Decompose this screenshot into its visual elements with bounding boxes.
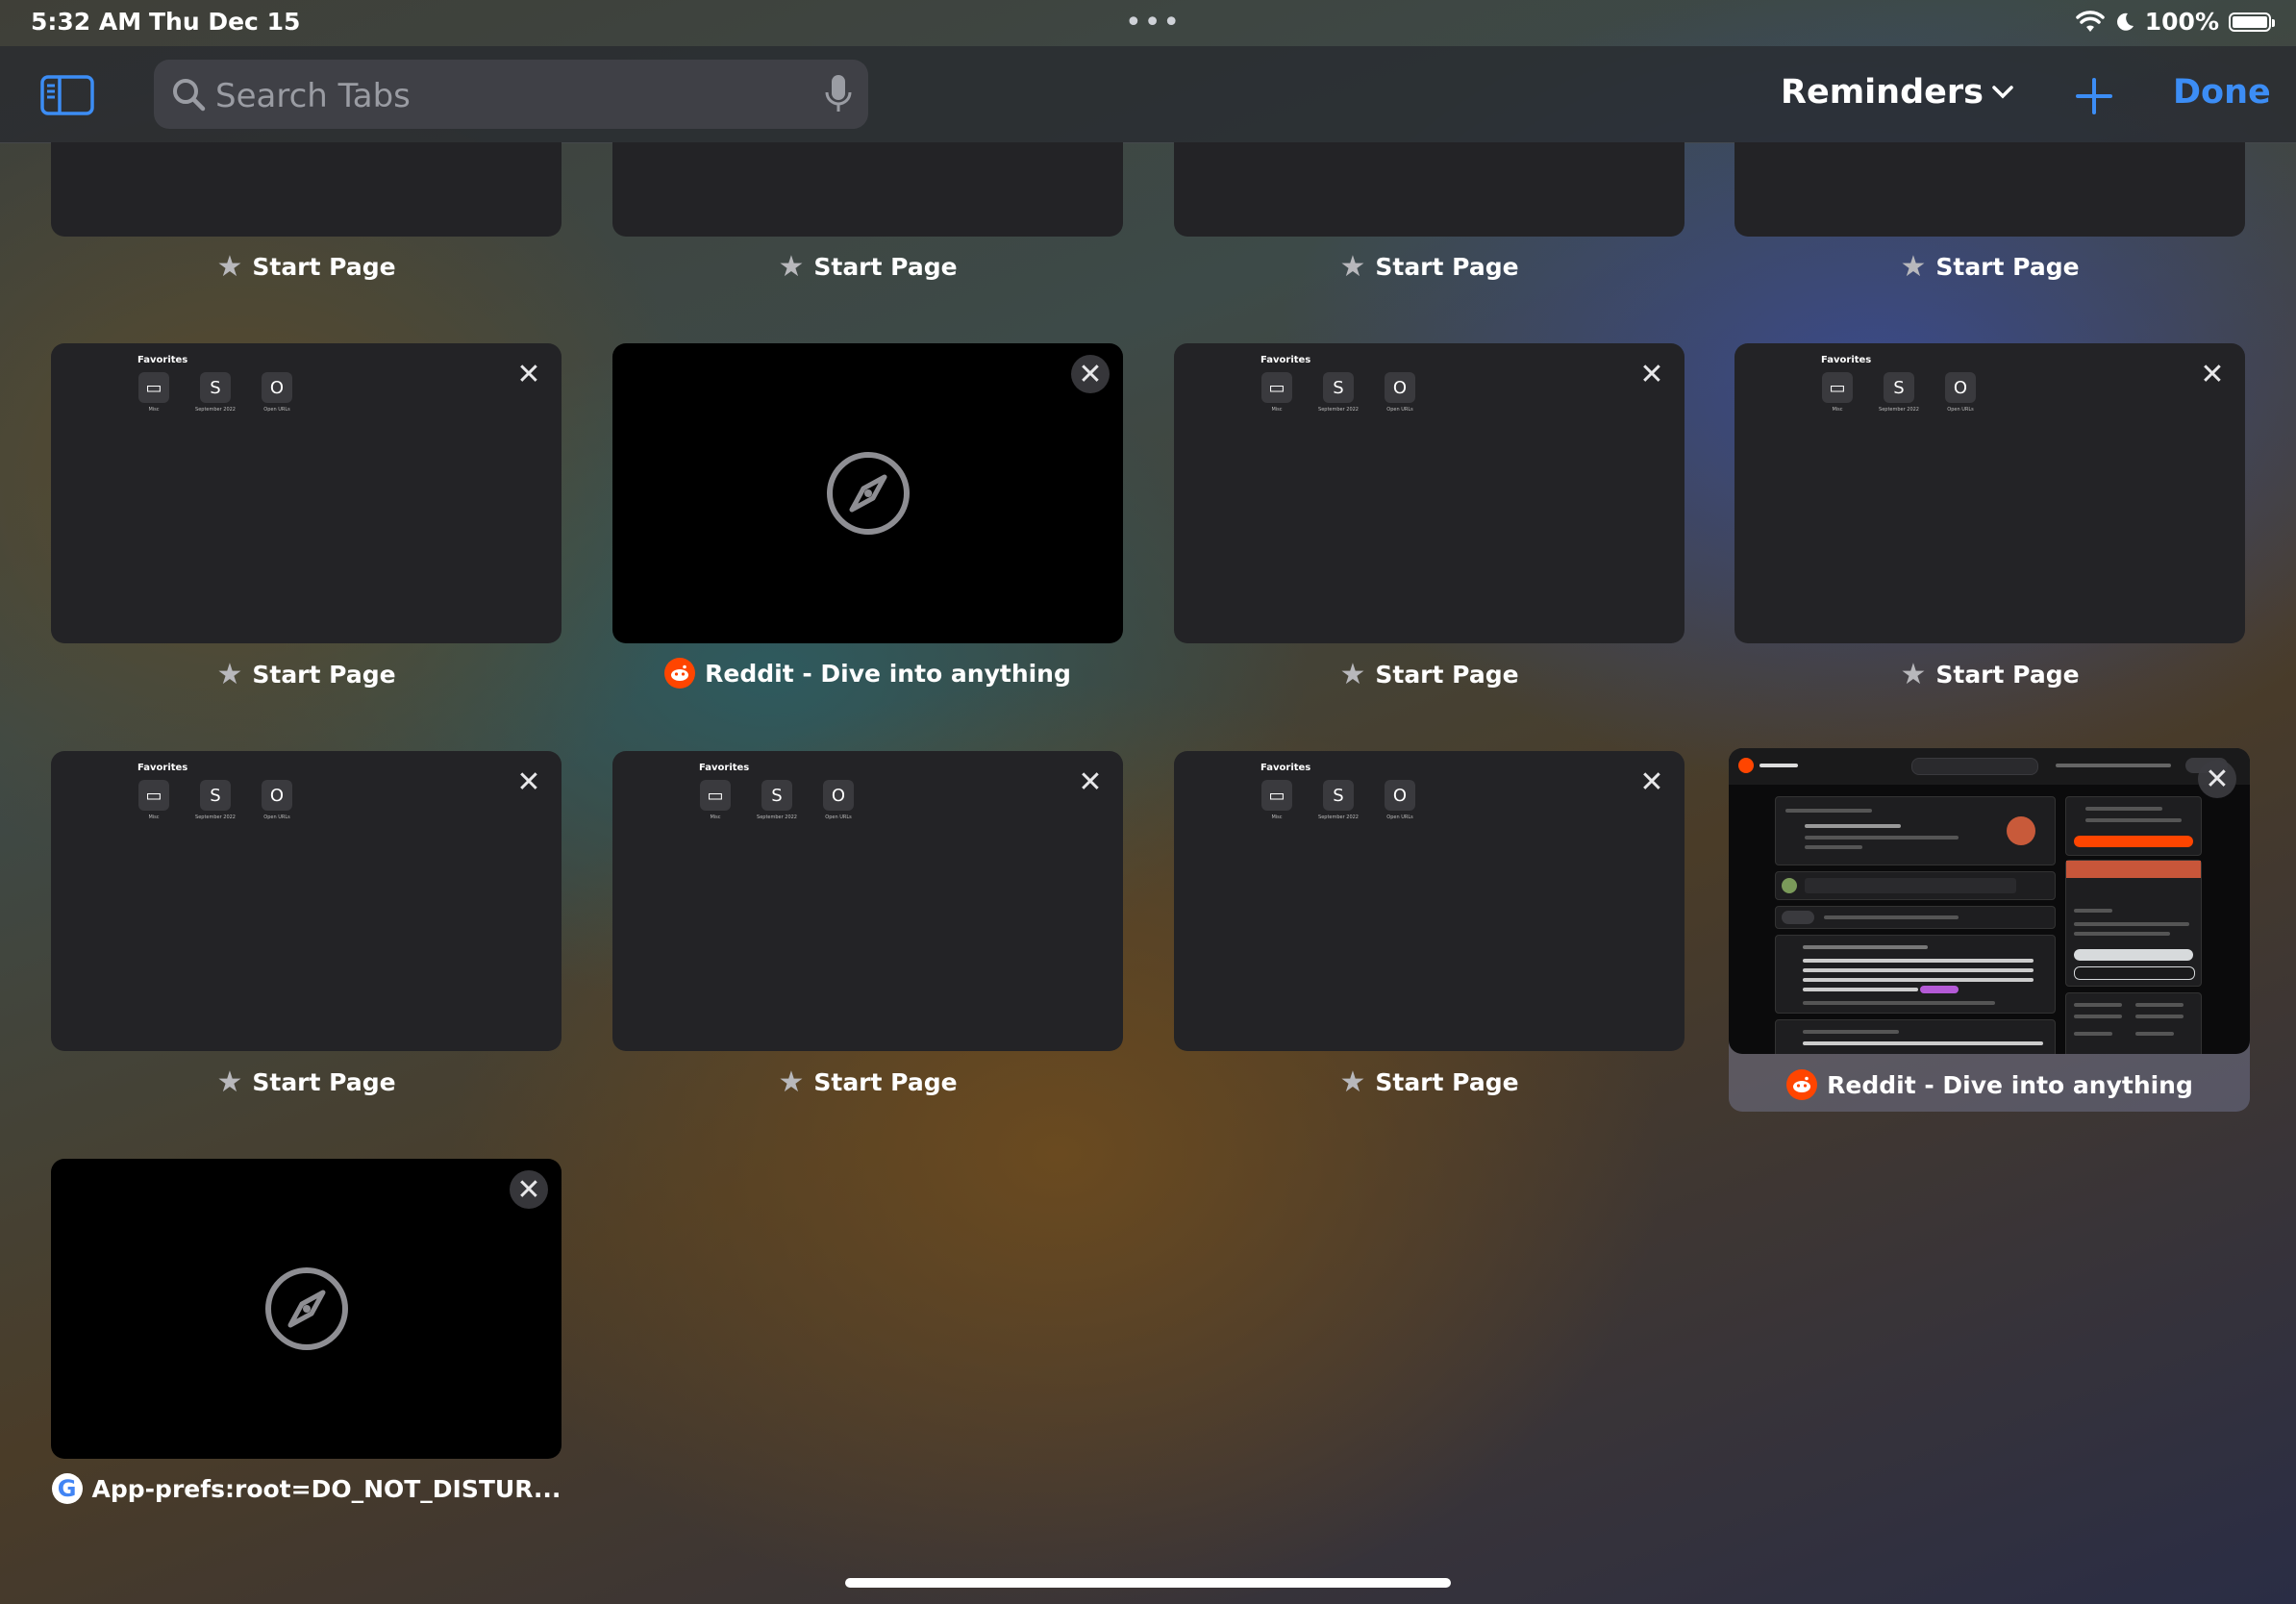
tab-overview-toolbar: Search Tabs Reminders Done bbox=[0, 46, 2296, 143]
tab-thumbnail[interactable]: ✕ bbox=[612, 343, 1123, 643]
reddit-tab-thumbnail[interactable]: ✕ bbox=[1729, 748, 2250, 1054]
compass-icon bbox=[826, 452, 910, 535]
search-input[interactable]: Search Tabs bbox=[215, 77, 411, 115]
reddit-icon bbox=[1786, 1069, 1818, 1100]
folder-icon: ▭ bbox=[700, 780, 731, 811]
tab-thumbnail[interactable]: Favorites ▭ Misc S September 2022 O Open UR… bbox=[612, 751, 1123, 1051]
search-icon bbox=[173, 79, 206, 112]
tab-title[interactable]: ★ Start Page bbox=[51, 1065, 562, 1099]
close-tab-icon[interactable]: ✕ bbox=[1071, 763, 1110, 801]
star-icon: ★ bbox=[216, 658, 243, 691]
tab-title[interactable]: ★ Start Page bbox=[1734, 250, 2245, 284]
tab-title[interactable]: G App-prefs:root=DO_NOT_DISTUR... bbox=[51, 1473, 562, 1504]
close-tab-icon[interactable]: ✕ bbox=[1071, 355, 1110, 393]
tab-thumbnail[interactable]: Favorites ▭ Misc S September 2022 O Open UR… bbox=[1174, 343, 1685, 643]
tab-thumbnail[interactable] bbox=[612, 142, 1123, 237]
star-icon: ★ bbox=[1900, 658, 1927, 691]
home-indicator[interactable] bbox=[845, 1578, 1451, 1588]
status-date: Thu Dec 15 bbox=[149, 8, 301, 36]
tab-title[interactable]: ★ Start Page bbox=[1734, 658, 2245, 691]
tab-thumbnail[interactable] bbox=[1174, 142, 1685, 237]
folder-icon: ▭ bbox=[138, 372, 169, 403]
battery-icon bbox=[2229, 12, 2275, 32]
google-icon: G bbox=[51, 1473, 83, 1504]
microphone-icon[interactable] bbox=[824, 73, 853, 115]
tab-thumbnail[interactable]: Favorites ▭ Misc S September 2022 O Open UR… bbox=[51, 751, 562, 1051]
tab-title[interactable]: ★ Start Page bbox=[51, 658, 562, 691]
multitasking-dots-icon[interactable]: ••• bbox=[1125, 6, 1182, 39]
star-icon: ★ bbox=[1339, 250, 1366, 284]
star-icon: ★ bbox=[778, 250, 805, 284]
close-tab-icon[interactable]: ✕ bbox=[510, 763, 548, 801]
tab-thumbnail[interactable]: ✕ bbox=[51, 1159, 562, 1459]
close-tab-icon[interactable]: ✕ bbox=[510, 1170, 548, 1209]
tab-title[interactable]: ★ Start Page bbox=[612, 1065, 1123, 1099]
new-tab-plus-icon[interactable] bbox=[2075, 77, 2113, 115]
tab-group-name: Reminders bbox=[1781, 73, 1984, 112]
tab-thumbnail[interactable]: Favorites ▭ Misc S September 2022 O Open UR… bbox=[1734, 343, 2245, 643]
tab-title[interactable]: ★ Start Page bbox=[612, 250, 1123, 284]
star-icon: ★ bbox=[216, 250, 243, 284]
compass-icon bbox=[264, 1267, 348, 1350]
folder-icon: ▭ bbox=[1261, 372, 1292, 403]
tab-group-selector[interactable]: Reminders bbox=[1781, 73, 2014, 112]
chevron-down-icon bbox=[1992, 86, 2013, 99]
reddit-header bbox=[1729, 748, 2250, 785]
tab-thumbnail[interactable]: Favorites ▭ Misc S September 2022 O Open UR… bbox=[51, 343, 562, 643]
folder-icon: ▭ bbox=[1822, 372, 1853, 403]
star-icon: ★ bbox=[1339, 1065, 1366, 1099]
folder-icon: ▭ bbox=[138, 780, 169, 811]
tab-title[interactable]: ★ Start Page bbox=[1174, 250, 1685, 284]
star-icon: ★ bbox=[1900, 250, 1927, 284]
moon-icon bbox=[2116, 13, 2134, 31]
status-indicators: 100% bbox=[2076, 8, 2275, 36]
close-tab-icon[interactable]: ✕ bbox=[2198, 760, 2236, 798]
close-tab-icon[interactable]: ✕ bbox=[1633, 763, 1671, 801]
tab-title[interactable]: Reddit - Dive into anything bbox=[1734, 1069, 2245, 1100]
close-tab-icon[interactable]: ✕ bbox=[1633, 355, 1671, 393]
close-tab-icon[interactable]: ✕ bbox=[2193, 355, 2232, 393]
done-button[interactable]: Done bbox=[2173, 73, 2271, 112]
tab-title[interactable]: ★ Start Page bbox=[51, 250, 562, 284]
tab-thumbnail[interactable]: Favorites ▭ Misc S September 2022 O Open UR… bbox=[1174, 751, 1685, 1051]
sidebar-toggle-icon[interactable] bbox=[40, 75, 94, 115]
wifi-icon bbox=[2076, 10, 2105, 32]
tab-thumbnail[interactable] bbox=[1734, 142, 2245, 237]
search-tabs-field[interactable]: Search Tabs bbox=[154, 60, 868, 129]
tab-title[interactable]: Reddit - Dive into anything bbox=[612, 658, 1123, 689]
tab-title[interactable]: ★ Start Page bbox=[1174, 658, 1685, 691]
star-icon: ★ bbox=[216, 1065, 243, 1099]
tab-thumbnail[interactable] bbox=[51, 142, 562, 237]
folder-icon: ▭ bbox=[1261, 780, 1292, 811]
status-time: 5:32 AM bbox=[31, 8, 142, 36]
star-icon: ★ bbox=[1339, 658, 1366, 691]
close-tab-icon[interactable]: ✕ bbox=[510, 355, 548, 393]
favorites-heading: Favorites bbox=[137, 355, 188, 365]
reddit-icon bbox=[664, 658, 696, 689]
status-bar: 5:32 AM Thu Dec 15 ••• 100% bbox=[0, 0, 2296, 46]
battery-percent: 100% bbox=[2144, 8, 2219, 36]
star-icon: ★ bbox=[778, 1065, 805, 1099]
tab-title[interactable]: ★ Start Page bbox=[1174, 1065, 1685, 1099]
